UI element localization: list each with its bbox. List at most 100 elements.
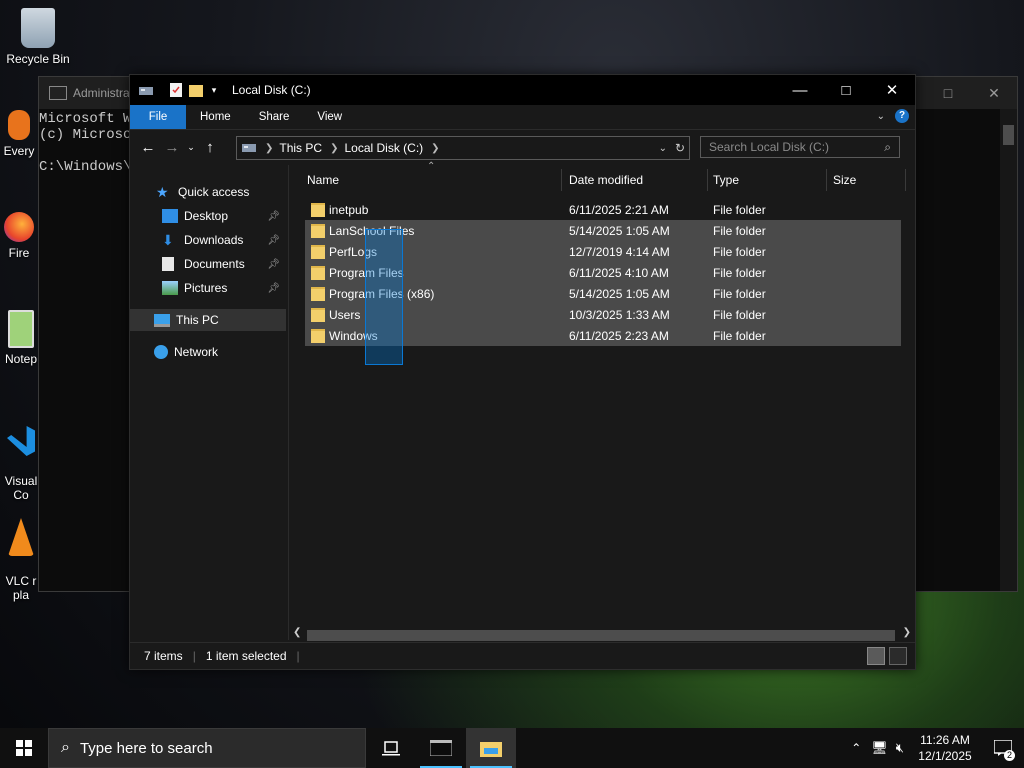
- desktop-icon-recycle-bin[interactable]: Recycle Bin: [0, 8, 76, 66]
- column-header-name[interactable]: Name: [307, 165, 557, 195]
- expand-ribbon-icon[interactable]: ⌄: [877, 111, 885, 122]
- pin-icon[interactable]: 📌︎: [267, 283, 280, 294]
- status-bar: 7 items | 1 item selected |: [130, 642, 915, 669]
- address-bar[interactable]: ❯ This PC ❯ Local Disk (C:) ❯ ⌄ ↻: [236, 136, 690, 160]
- folder-icon: [311, 202, 325, 217]
- recent-locations-button[interactable]: ⌄: [184, 142, 198, 153]
- nav-label: Downloads: [184, 233, 244, 247]
- explorer-titlebar[interactable]: ▾ Local Disk (C:) — □ ✕: [130, 75, 915, 105]
- pin-icon[interactable]: 📌︎: [267, 211, 280, 222]
- start-button[interactable]: [0, 728, 48, 768]
- volume-muted-icon[interactable]: 🔇︎: [896, 740, 904, 756]
- explorer-window[interactable]: ▾ Local Disk (C:) — □ ✕ File Home Share …: [129, 74, 916, 670]
- nav-pictures[interactable]: Pictures 📌︎: [162, 281, 286, 295]
- forward-button[interactable]: →: [160, 139, 184, 156]
- taskbar-search-box[interactable]: ⌕ Type here to search: [48, 728, 366, 768]
- help-icon[interactable]: ?: [895, 109, 909, 123]
- pin-icon[interactable]: 📌︎: [267, 259, 280, 270]
- desktop-icon-vscode[interactable]: Visual Co: [0, 412, 42, 502]
- nav-this-pc[interactable]: This PC: [130, 309, 286, 331]
- tab-view[interactable]: View: [303, 105, 356, 129]
- search-input[interactable]: Search Local Disk (C:) ⌕: [700, 136, 900, 158]
- nav-desktop[interactable]: Desktop 📌︎: [162, 209, 286, 223]
- customize-qat-icon[interactable]: ▾: [206, 82, 222, 98]
- cmd-scrollbar[interactable]: [1000, 109, 1017, 591]
- folder-icon: [311, 223, 325, 238]
- scroll-right-icon[interactable]: ❯: [903, 627, 911, 638]
- network-status-icon[interactable]: 🖥︎: [871, 740, 888, 756]
- everything-icon: [8, 110, 30, 140]
- file-date: 12/7/2019 4:14 AM: [569, 244, 670, 259]
- desktop-icon-firefox[interactable]: Fire: [0, 212, 38, 260]
- nav-downloads[interactable]: ⬇ Downloads 📌︎: [162, 233, 286, 247]
- file-date: 6/11/2025 4:10 AM: [569, 265, 669, 280]
- nav-label: Quick access: [178, 185, 250, 199]
- notification-badge: 2: [1004, 750, 1015, 761]
- navigation-pane: ★ Quick access Desktop 📌︎ ⬇ Downloads 📌︎…: [130, 165, 289, 640]
- minimize-button[interactable]: —: [777, 75, 823, 105]
- refresh-icon[interactable]: ↻: [675, 141, 685, 155]
- folder-icon: [311, 328, 325, 343]
- cmd-maximize-button[interactable]: □: [925, 77, 971, 109]
- file-type: File folder: [713, 286, 766, 301]
- large-icons-view-icon[interactable]: [889, 647, 907, 665]
- vlc-icon: [8, 518, 34, 556]
- desktop-icon-notepad[interactable]: Notep: [0, 310, 42, 366]
- breadcrumb-separator[interactable]: ❯: [330, 143, 338, 154]
- nav-label: Network: [174, 345, 219, 359]
- horizontal-scrollbar[interactable]: ❮ ❯: [289, 627, 915, 643]
- cmd-title: Administrat: [73, 86, 134, 100]
- notification-center-button[interactable]: 2: [982, 728, 1024, 768]
- scrollbar-thumb[interactable]: [307, 630, 895, 641]
- search-placeholder: Search Local Disk (C:): [709, 140, 830, 154]
- breadcrumb-local-disk[interactable]: Local Disk (C:): [344, 141, 423, 155]
- selection-rectangle: [365, 229, 403, 365]
- taskbar: ⌕ Type here to search ⌃ 🖥︎ 🔇︎ 11:26 AM 1…: [0, 728, 1024, 768]
- nav-documents[interactable]: Documents 📌︎: [162, 257, 286, 271]
- desktop-icon-everything[interactable]: Every: [0, 110, 38, 158]
- notepad-icon: [8, 310, 34, 348]
- file-row[interactable]: inetpub 6/11/2025 2:21 AM File folder: [305, 199, 901, 220]
- desktop-icon-vlc[interactable]: VLC r pla: [0, 504, 42, 602]
- show-hidden-icons-icon[interactable]: ⌃: [851, 741, 861, 755]
- back-button[interactable]: ←: [136, 139, 160, 156]
- folder-icon: [480, 742, 502, 757]
- nav-network[interactable]: Network: [154, 345, 218, 359]
- properties-icon[interactable]: [168, 82, 184, 98]
- file-date: 5/14/2025 1:05 AM: [569, 286, 670, 301]
- scroll-left-icon[interactable]: ❮: [293, 627, 301, 638]
- terminal-icon: [430, 740, 452, 756]
- windows-logo-icon: [16, 740, 32, 756]
- taskbar-app-explorer[interactable]: [466, 728, 516, 768]
- breadcrumb-separator[interactable]: ❯: [265, 143, 273, 154]
- close-button[interactable]: ✕: [869, 75, 915, 105]
- breadcrumb-this-pc[interactable]: This PC: [279, 141, 322, 155]
- details-view-icon[interactable]: [867, 647, 885, 665]
- clock-date: 12/1/2025: [918, 749, 972, 763]
- tab-file[interactable]: File: [130, 105, 186, 129]
- cmd-close-button[interactable]: ✕: [971, 77, 1017, 109]
- file-name: inetpub: [329, 202, 369, 217]
- column-header-size[interactable]: Size: [833, 165, 903, 195]
- clock[interactable]: 11:26 AM 12/1/2025: [908, 732, 982, 764]
- maximize-button[interactable]: □: [823, 75, 869, 105]
- column-header-date[interactable]: Date modified: [569, 165, 704, 195]
- new-folder-icon[interactable]: [188, 82, 204, 98]
- computer-icon: [154, 313, 170, 327]
- file-date: 10/3/2025 1:33 AM: [569, 307, 670, 322]
- network-icon: [154, 345, 168, 359]
- pin-icon[interactable]: 📌︎: [267, 235, 280, 246]
- column-header-type[interactable]: Type: [713, 165, 823, 195]
- breadcrumb-separator[interactable]: ❯: [431, 143, 439, 154]
- tab-share[interactable]: Share: [245, 105, 304, 129]
- tab-home[interactable]: Home: [186, 105, 245, 129]
- vscode-icon: [7, 426, 35, 456]
- address-row: ← → ⌄ ↑ ❯ This PC ❯ Local Disk (C:) ❯ ⌄ …: [130, 130, 915, 164]
- nav-quick-access[interactable]: ★ Quick access: [156, 185, 249, 199]
- address-dropdown-icon[interactable]: ⌄: [659, 143, 667, 154]
- up-button[interactable]: ↑: [198, 139, 222, 156]
- taskbar-app-cmd[interactable]: [416, 728, 466, 768]
- search-icon: ⌕: [884, 140, 891, 154]
- task-view-button[interactable]: [366, 728, 416, 768]
- star-icon: ★: [156, 184, 169, 200]
